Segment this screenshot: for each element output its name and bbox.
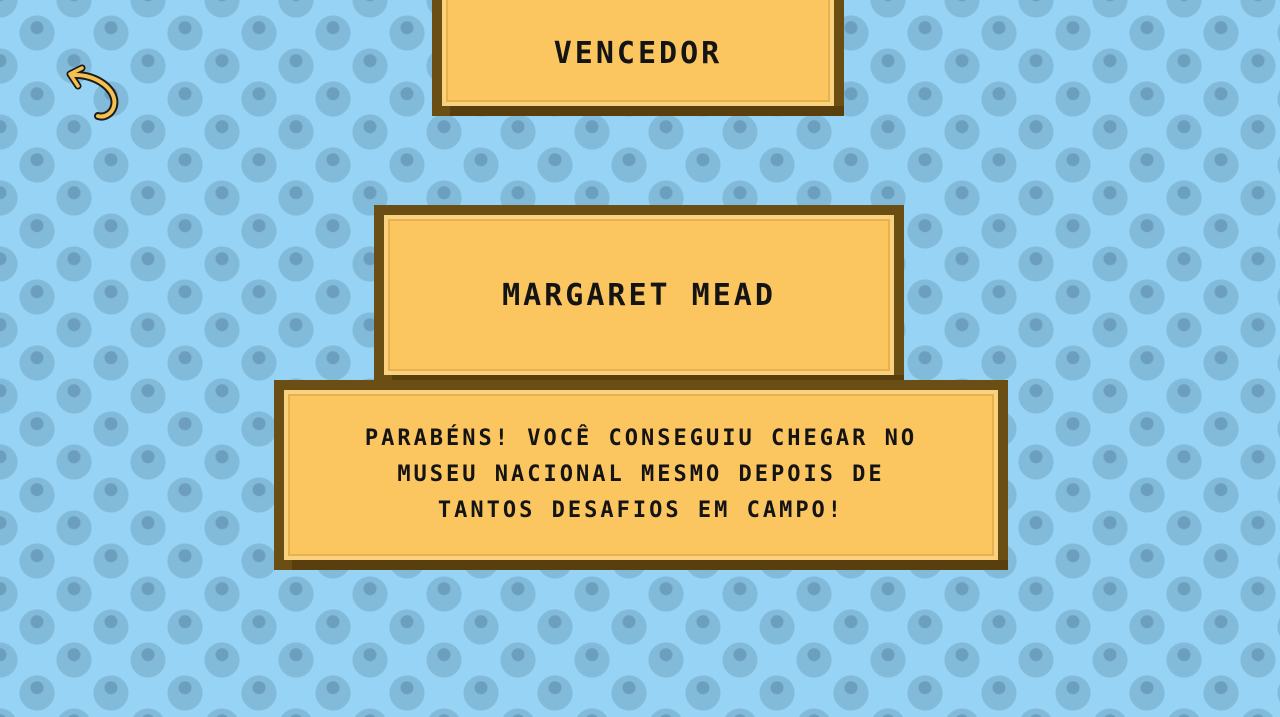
congratulations-message: PARABÉNS! VOCÊ CONSEGUIU CHEGAR NO MUSEU… xyxy=(284,390,998,560)
winner-panel: MARGARET MEAD xyxy=(374,205,904,385)
message-line: PARABÉNS! VOCÊ CONSEGUIU CHEGAR NO xyxy=(364,426,918,451)
title-panel: VENCEDOR xyxy=(432,0,844,116)
back-arrow-icon xyxy=(66,64,119,121)
message-panel: PARABÉNS! VOCÊ CONSEGUIU CHEGAR NO MUSEU… xyxy=(274,380,1008,570)
message-line: TANTOS DESAFIOS EM CAMPO! xyxy=(437,498,845,523)
message-line: MUSEU NACIONAL MESMO DEPOIS DE xyxy=(397,462,885,487)
winner-name: MARGARET MEAD xyxy=(502,277,776,313)
back-button[interactable] xyxy=(66,60,122,126)
screen-title: VENCEDOR xyxy=(553,35,723,71)
